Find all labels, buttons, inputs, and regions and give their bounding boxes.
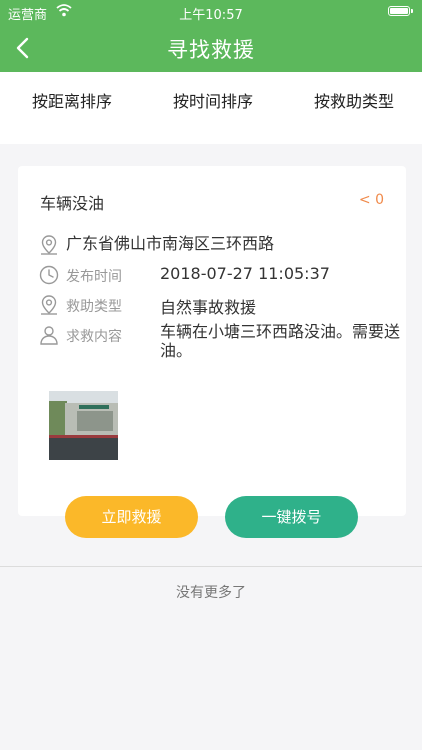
battery-icon [388,6,410,16]
person-icon [40,326,58,345]
incident-photo[interactable] [49,391,118,460]
one-key-call-button[interactable]: 一键拨号 [225,496,358,538]
card-title: 车辆没油 [40,194,105,213]
sort-by-time[interactable]: 按时间排序 [173,88,253,112]
sort-by-distance[interactable]: 按距离排序 [32,88,112,112]
distance-label: < 0 [358,192,384,208]
sort-bar: 按距离排序 按时间排序 按救助类型 [0,72,422,144]
divider [0,566,422,567]
status-bar: 运营商 上午10:57 [0,0,422,24]
address-text: 广东省佛山市南海区三环西路 [66,234,275,253]
rescue-now-button[interactable]: 立即救援 [65,496,198,538]
no-more-text: 没有更多了 [176,585,246,601]
publish-time-value: 2018-07-27 11:05:37 [160,264,330,283]
rescue-type-value: 自然事故救援 [160,298,257,317]
clock-time: 上午10:57 [179,8,243,23]
rescue-card[interactable]: 车辆没油 < 0 广东省佛山市南海区三环西路 发布时间 2018-07-27 1… [18,166,406,516]
photo-image [49,391,118,460]
rescue-type-pin-icon [41,295,57,315]
navigation-bar: 寻找救援 [0,24,422,72]
location-pin-icon [41,235,57,255]
page-title: 寻找救援 [167,38,255,62]
publish-time-label: 发布时间 [66,269,122,285]
request-content-label: 求救内容 [66,329,122,345]
battery-tip-icon [411,9,413,13]
rescue-type-label: 救助类型 [66,299,122,315]
sort-by-type[interactable]: 按救助类型 [314,88,394,112]
clock-icon [39,265,59,285]
request-content-value: 车辆在小塘三环西路没油。需要送油。 [160,322,401,360]
